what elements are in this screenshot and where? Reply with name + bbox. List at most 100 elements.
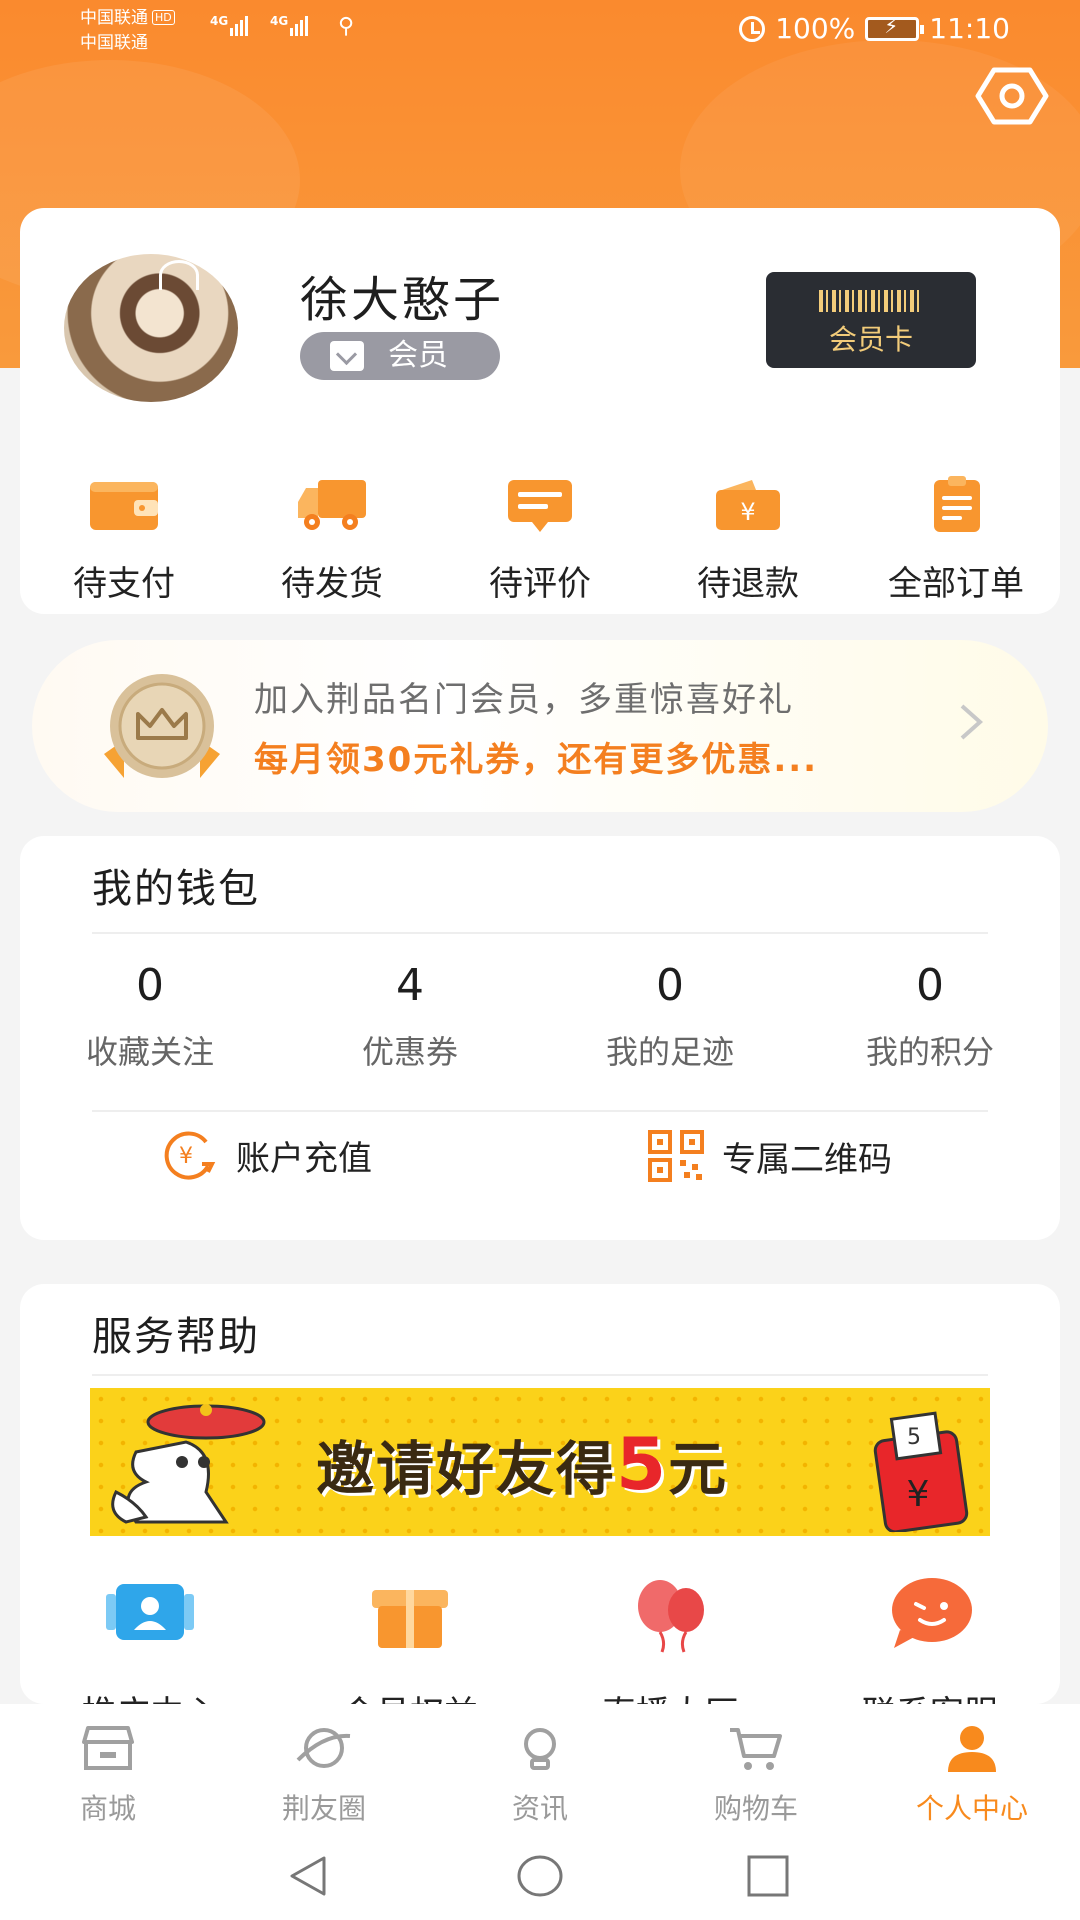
stat-value: 0 xyxy=(136,960,164,1011)
carrier-name-2: 中国联通 xyxy=(80,33,148,53)
tab-profile[interactable]: 个人中心 xyxy=(864,1704,1080,1828)
promo-title: 加入荆品名门会员，多重惊喜好礼 xyxy=(254,680,794,720)
profile-card: 徐大憨子 会员 会员卡 待支付 待发货 待评价 ¥ 待退款 全部订单 xyxy=(20,208,1060,614)
order-pending-shipment[interactable]: 待发货 xyxy=(228,476,436,604)
tab-label: 个人中心 xyxy=(915,1792,1028,1825)
bottom-tab-bar: 商城 荆友圈 资讯 购物车 个人中心 xyxy=(0,1704,1080,1828)
stat-value: 0 xyxy=(916,960,944,1011)
svg-text:¥: ¥ xyxy=(740,498,755,526)
crown-medal-icon xyxy=(104,674,220,778)
stat-value: 4 xyxy=(396,960,424,1011)
avatar[interactable] xyxy=(64,254,238,402)
order-pending-refund[interactable]: ¥ 待退款 xyxy=(644,476,852,604)
divider xyxy=(92,932,988,934)
wallet-card: 我的钱包 0 收藏关注 4 优惠券 0 我的足迹 0 我的积分 ¥ 账户充值 专… xyxy=(20,836,1060,1240)
svg-text:¥: ¥ xyxy=(179,1144,193,1169)
planet-icon xyxy=(296,1728,351,1768)
qrcode-icon xyxy=(648,1130,704,1182)
barcode-icon xyxy=(819,290,923,312)
stat-footprints[interactable]: 0 我的足迹 xyxy=(540,960,800,1073)
carrier-info: 中国联通 HD 中国联通 xyxy=(80,6,175,56)
tab-cart[interactable]: 购物车 xyxy=(648,1704,864,1828)
carrier-name-1: 中国联通 xyxy=(80,8,148,28)
promo-subtitle: 每月领30元礼券，还有更多优惠... xyxy=(254,740,819,780)
clipboard-icon xyxy=(934,476,980,532)
clock-time: 11:10 xyxy=(929,12,1010,45)
wallet-icon xyxy=(90,482,158,530)
service-member-benefits[interactable]: 会员权益 xyxy=(280,1574,540,1704)
service-contact-support[interactable]: 联系客服 xyxy=(800,1574,1060,1704)
tab-circle[interactable]: 荆友圈 xyxy=(216,1704,432,1828)
refund-icon: ¥ xyxy=(716,480,780,530)
member-level-label: 会员 xyxy=(388,338,448,373)
service-promotion-center[interactable]: 推广中心 xyxy=(20,1574,280,1704)
battery-percent: 100% xyxy=(775,12,856,45)
recents-square-icon[interactable] xyxy=(746,1854,790,1898)
svg-text:¥: ¥ xyxy=(907,1474,930,1515)
service-label: 会员权益 xyxy=(280,1686,540,1704)
member-level-badge[interactable]: 会员 xyxy=(300,332,500,380)
wallet-stats: 0 收藏关注 4 优惠券 0 我的足迹 0 我的积分 xyxy=(20,960,1060,1073)
promotion-center-icon xyxy=(106,1584,194,1640)
truck-icon xyxy=(298,480,366,530)
invite-banner-text: 邀请好友得5元 xyxy=(316,1422,729,1506)
wallet-title: 我的钱包 xyxy=(92,866,260,912)
stat-coupons[interactable]: 4 优惠券 xyxy=(280,960,540,1073)
red-envelope-icon: 5 ¥ xyxy=(873,1411,969,1532)
system-navigation-bar xyxy=(0,1828,1080,1920)
order-label: 全部订单 xyxy=(888,564,1024,604)
tab-news[interactable]: 资讯 xyxy=(432,1704,648,1828)
battery-icon: ⚡ xyxy=(865,14,925,41)
account-recharge-button[interactable]: ¥ 账户充值 xyxy=(162,1130,372,1180)
qrcode-button[interactable]: 专属二维码 xyxy=(648,1130,892,1182)
order-label: 待退款 xyxy=(697,564,799,604)
svg-text:5: 5 xyxy=(907,1425,921,1450)
service-label: 联系客服 xyxy=(800,1686,1060,1704)
service-label: 推广中心 xyxy=(20,1686,280,1704)
lightbulb-icon xyxy=(524,1728,556,1770)
cart-icon xyxy=(730,1728,782,1770)
service-live-hall[interactable]: 直播大厅 xyxy=(540,1574,800,1704)
service-label: 直播大厅 xyxy=(540,1686,800,1704)
order-label: 待评价 xyxy=(489,564,591,604)
store-icon xyxy=(82,1726,134,1770)
tab-label: 荆友圈 xyxy=(281,1792,366,1825)
home-circle-icon[interactable] xyxy=(516,1854,564,1898)
back-triangle-icon[interactable] xyxy=(286,1854,330,1898)
order-all[interactable]: 全部订单 xyxy=(852,476,1060,604)
settings-hexagon-icon[interactable] xyxy=(974,66,1050,126)
alarm-icon xyxy=(739,15,766,42)
order-status-row: 待支付 待发货 待评价 ¥ 待退款 全部订单 xyxy=(20,476,1060,604)
gift-box-icon xyxy=(372,1590,448,1648)
stat-favorites[interactable]: 0 收藏关注 xyxy=(20,960,280,1073)
invite-friends-banner[interactable]: 邀请好友得5元 5 ¥ xyxy=(90,1388,990,1536)
user-name: 徐大憨子 xyxy=(300,272,505,328)
stat-value: 0 xyxy=(656,960,684,1011)
chevron-right-icon xyxy=(960,704,984,740)
stat-label: 收藏关注 xyxy=(85,1033,214,1071)
status-bar: 中国联通 HD 中国联通 4G 4G ⚲ 100% ⚡ 11:10 xyxy=(0,0,1080,62)
divider xyxy=(92,1110,988,1112)
usb-icon: ⚲ xyxy=(338,14,355,39)
hd-badge: HD xyxy=(152,10,175,25)
chat-bubble-icon xyxy=(892,1578,972,1648)
stat-points[interactable]: 0 我的积分 xyxy=(800,960,1060,1073)
recharge-coin-icon: ¥ xyxy=(164,1131,216,1180)
divider xyxy=(92,1374,988,1376)
membership-promo-banner[interactable]: 加入荆品名门会员，多重惊喜好礼 每月领30元礼券，还有更多优惠... xyxy=(32,640,1048,812)
tab-store[interactable]: 商城 xyxy=(0,1704,216,1828)
recharge-label: 账户充值 xyxy=(236,1138,372,1179)
order-pending-review[interactable]: 待评价 xyxy=(436,476,644,604)
cartoon-fox-icon xyxy=(111,1404,266,1524)
service-card: 服务帮助 邀请好友得5元 5 ¥ 推广中 xyxy=(20,1284,1060,1704)
stat-label: 优惠券 xyxy=(361,1033,458,1071)
order-label: 待发货 xyxy=(281,564,383,604)
order-label: 待支付 xyxy=(73,564,175,604)
qrcode-label: 专属二维码 xyxy=(722,1139,892,1180)
tab-label: 资讯 xyxy=(511,1792,568,1825)
service-title: 服务帮助 xyxy=(92,1314,260,1360)
member-card-button[interactable]: 会员卡 xyxy=(766,272,976,368)
comment-icon xyxy=(508,480,572,532)
order-pending-payment[interactable]: 待支付 xyxy=(20,476,228,604)
person-icon xyxy=(948,1726,996,1772)
